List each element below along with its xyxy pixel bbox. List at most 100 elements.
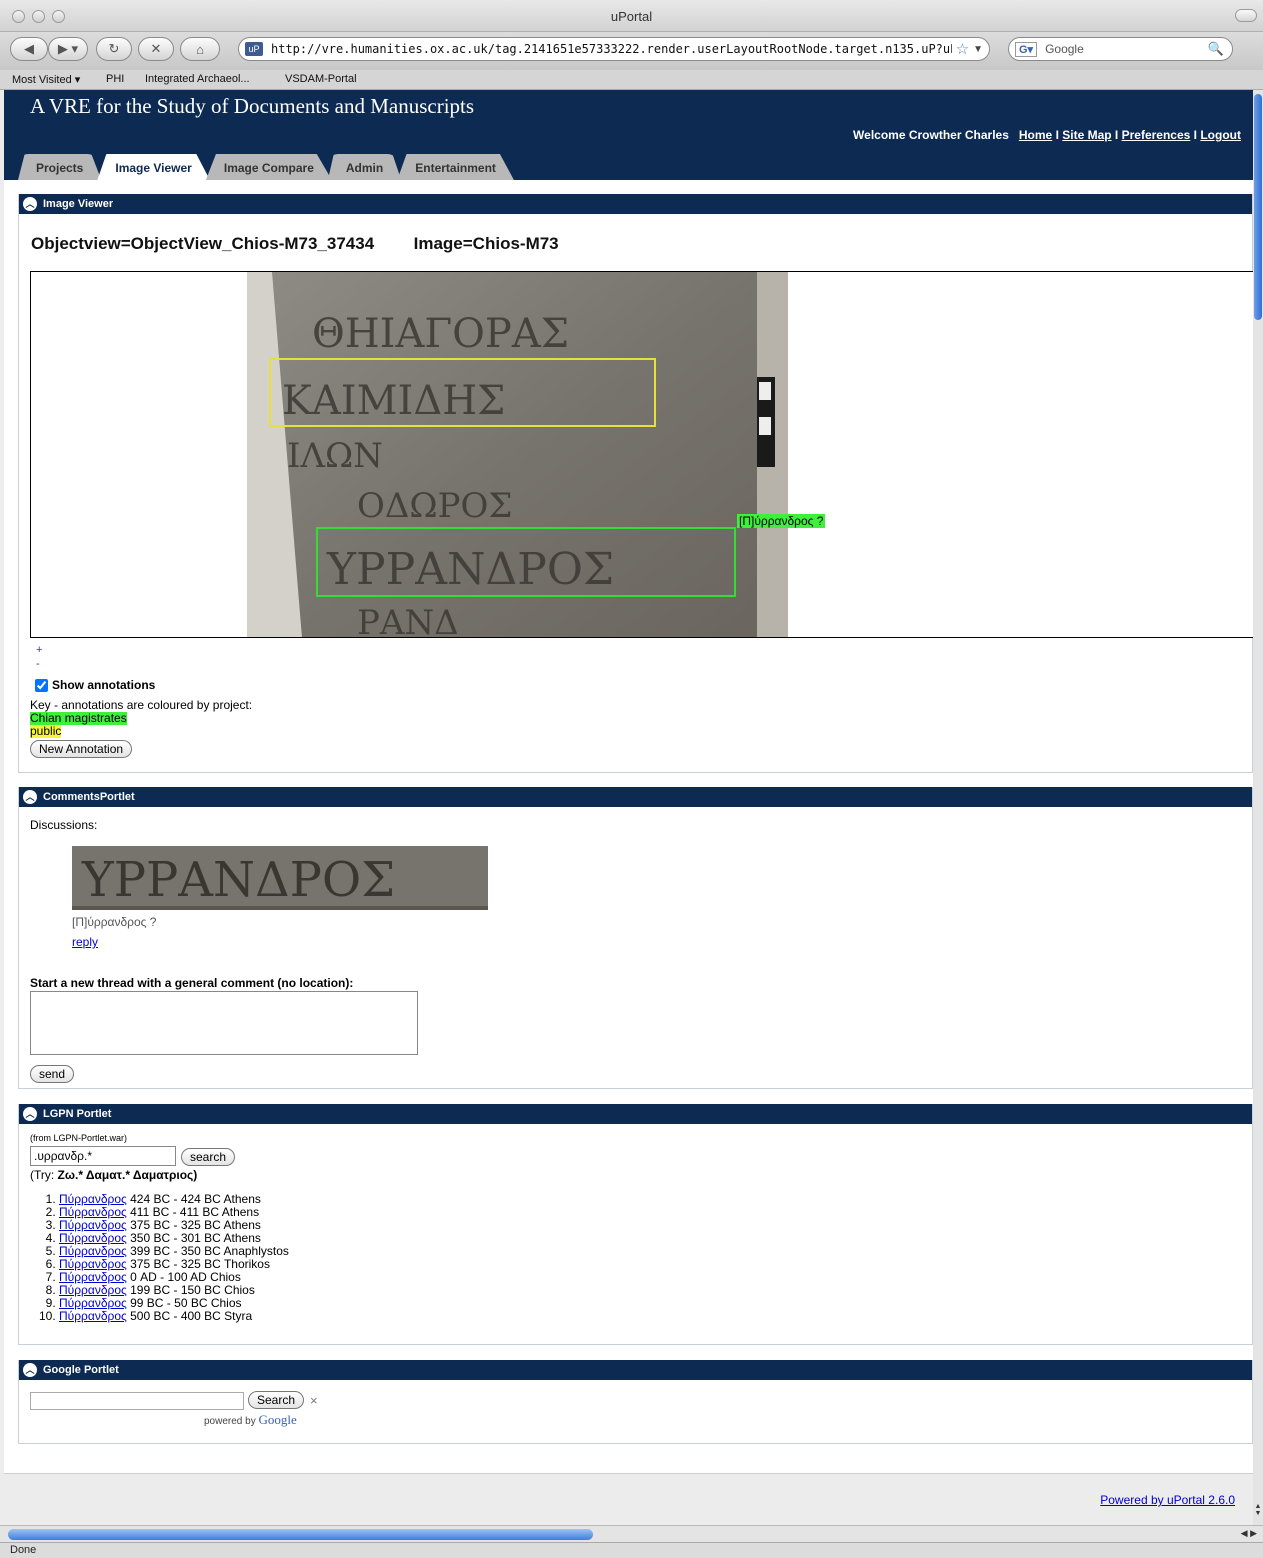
lgpn-result-info: 411 BC - 411 BC Athens	[130, 1205, 260, 1219]
url-bar[interactable]: uP http://vre.humanities.ox.ac.uk/tag.21…	[238, 37, 990, 61]
lgpn-result-info: 199 BC - 150 BC Chios	[130, 1283, 255, 1297]
new-annotation-button[interactable]: New Annotation	[30, 740, 133, 758]
site-map-link[interactable]: Site Map	[1062, 128, 1111, 142]
bookmark-most-visited[interactable]: Most Visited ▾	[12, 73, 80, 86]
url-dropdown-icon[interactable]: ▼	[973, 44, 983, 55]
vertical-scrollbar[interactable]: ▲ ▼	[1253, 90, 1263, 1525]
image-id: Image=Chios-M73	[413, 234, 559, 253]
thread-caption: [Π]ύρρανδρος ?	[72, 915, 157, 929]
svg-text:ΟΔΩΡΟΣ: ΟΔΩΡΟΣ	[357, 486, 512, 526]
show-annotations-label: Show annotations	[52, 678, 156, 692]
toolbar-toggle-button[interactable]	[1235, 9, 1257, 22]
portlet-title: CommentsPortlet	[43, 791, 135, 803]
tab-image-viewer[interactable]: Image Viewer	[97, 154, 210, 180]
portal-header: A VRE for the Study of Documents and Man…	[4, 90, 1253, 180]
bookmark-star-icon[interactable]: ☆	[956, 40, 969, 58]
horizontal-scroll-thumb[interactable]	[8, 1529, 593, 1540]
show-annotations-checkbox[interactable]	[35, 678, 48, 692]
comment-textarea[interactable]	[30, 991, 418, 1055]
lgpn-result-link[interactable]: Πύρρανδρος	[59, 1309, 127, 1323]
lgpn-result-info: 99 BC - 50 BC Chios	[130, 1296, 242, 1310]
collapse-icon[interactable]: ︿	[23, 790, 37, 804]
back-button[interactable]: ◀	[10, 37, 48, 61]
tab-image-compare[interactable]: Image Compare	[205, 154, 332, 180]
lgpn-source: (from LGPN-Portlet.war)	[30, 1133, 128, 1143]
url-text[interactable]: http://vre.humanities.ox.ac.uk/tag.21416…	[271, 42, 952, 56]
page-footer: Powered by uPortal 2.6.0	[4, 1473, 1253, 1525]
lgpn-result-item: Πύρρανδρος 500 BC - 400 BC Styra	[59, 1310, 289, 1323]
scroll-arrows-icon[interactable]: ▲ ▼	[1253, 1503, 1263, 1525]
collapse-icon[interactable]: ︿	[23, 197, 37, 211]
image-heading: Objectview=ObjectView_Chios-M73_37434 Im…	[31, 234, 559, 254]
lgpn-result-link[interactable]: Πύρρανδρος	[59, 1244, 127, 1258]
horizontal-scrollbar[interactable]: ◀ ▶	[0, 1525, 1263, 1542]
discussions-label: Discussions:	[30, 818, 98, 832]
home-button[interactable]: ⌂	[180, 37, 220, 61]
window-title: uPortal	[610, 9, 653, 24]
search-icon[interactable]: 🔍	[1208, 41, 1224, 57]
lgpn-result-info: 0 AD - 100 AD Chios	[130, 1270, 241, 1284]
collapse-icon[interactable]: ︿	[23, 1363, 37, 1377]
google-search-button[interactable]: Search	[248, 1391, 305, 1409]
powered-by-uportal-link[interactable]: Powered by uPortal 2.6.0	[1100, 1493, 1235, 1507]
logout-link[interactable]: Logout	[1200, 128, 1241, 142]
comments-portlet: ︿ CommentsPortlet Discussions: ΥΡΡΑΝΔΡΟΣ…	[18, 787, 1253, 1089]
annotation-key: Key - annotations are coloured by projec…	[30, 699, 252, 738]
search-engine-icon[interactable]: G▾	[1015, 41, 1038, 57]
lgpn-result-info: 350 BC - 301 BC Athens	[130, 1231, 261, 1245]
lgpn-result-info: 424 BC - 424 BC Athens	[130, 1192, 261, 1206]
lgpn-result-link[interactable]: Πύρρανδρος	[59, 1270, 127, 1284]
annotation-label[interactable]: [Π]ύρρανδρος ?	[737, 514, 826, 528]
preferences-link[interactable]: Preferences	[1122, 128, 1191, 142]
zoom-in-button[interactable]: +	[36, 644, 42, 656]
stop-button[interactable]: ✕	[138, 37, 174, 61]
lgpn-result-link[interactable]: Πύρρανδρος	[59, 1205, 127, 1219]
google-search-input[interactable]	[30, 1392, 244, 1410]
lgpn-result-link[interactable]: Πύρρανδρος	[59, 1218, 127, 1232]
bookmark-integrated-archaeol[interactable]: Integrated Archaeol...	[145, 73, 250, 85]
search-placeholder[interactable]: Google	[1045, 42, 1208, 56]
powered-by-google: powered by Google	[204, 1412, 297, 1428]
lgpn-result-link[interactable]: Πύρρανδρος	[59, 1192, 127, 1206]
image-viewer-portlet: ︿ Image Viewer Objectview=ObjectView_Chi…	[18, 194, 1253, 773]
send-button[interactable]: send	[30, 1065, 75, 1083]
lgpn-result-link[interactable]: Πύρρανδρος	[59, 1296, 127, 1310]
lgpn-result-link[interactable]: Πύρρανδρος	[59, 1231, 127, 1245]
browser-search-bar[interactable]: G▾ Google 🔍	[1008, 37, 1233, 61]
svg-text:ΘΗΙΑΓΟΡΑΣ: ΘΗΙΑΓΟΡΑΣ	[312, 311, 569, 357]
thread-thumbnail-image[interactable]: ΥΡΡΑΝΔΡΟΣ	[72, 846, 488, 910]
clear-search-icon[interactable]: ×	[310, 1393, 318, 1408]
zoom-out-button[interactable]: -	[36, 658, 40, 670]
bookmarks-bar: Most Visited ▾ PHI Integrated Archaeol..…	[0, 70, 1263, 90]
portlet-titlebar: ︿ LGPN Portlet	[19, 1104, 1252, 1124]
page-viewport: A VRE for the Study of Documents and Man…	[4, 90, 1253, 1525]
collapse-icon[interactable]: ︿	[23, 1107, 37, 1121]
google-logo: Google	[258, 1412, 297, 1427]
forward-button[interactable]: ▶ ▾	[48, 37, 88, 61]
lgpn-search-button[interactable]: search	[181, 1148, 236, 1166]
lgpn-result-link[interactable]: Πύρρανδρος	[59, 1257, 127, 1271]
lgpn-result-link[interactable]: Πύρρανδρος	[59, 1283, 127, 1297]
bookmark-phi[interactable]: PHI	[106, 73, 124, 85]
tab-projects[interactable]: Projects	[18, 154, 102, 180]
image-viewer-canvas[interactable]: ΘΗΙΑΓΟΡΑΣ ΚΑΙΜΙΔΗΣ ΙΛΩΝ ΟΔΩΡΟΣ ΥΡΡΑΝΔΡΟΣ…	[30, 271, 1253, 638]
tab-admin[interactable]: Admin	[327, 154, 402, 180]
vertical-scroll-thumb[interactable]	[1254, 94, 1262, 320]
portlet-titlebar: ︿ Google Portlet	[19, 1360, 1252, 1380]
new-thread-label: Start a new thread with a general commen…	[30, 976, 354, 990]
portal-tabs: Projects Image Viewer Image Compare Admi…	[18, 154, 514, 180]
lgpn-search-input[interactable]	[30, 1146, 176, 1166]
reply-link[interactable]: reply	[72, 935, 98, 949]
reload-icon: ↻	[108, 41, 120, 56]
reload-button[interactable]: ↻	[96, 37, 132, 61]
show-annotations-row: Show annotations	[35, 678, 155, 692]
objectview-id: Objectview=ObjectView_Chios-M73_37434	[31, 234, 375, 253]
home-icon: ⌂	[196, 41, 204, 57]
home-link[interactable]: Home	[1019, 128, 1052, 142]
svg-text:ΙΛΩΝ: ΙΛΩΝ	[287, 436, 383, 476]
horizontal-scroll-arrows-icon[interactable]: ◀ ▶	[1241, 1528, 1257, 1539]
tab-entertainment[interactable]: Entertainment	[397, 154, 514, 180]
inscription-image[interactable]: ΘΗΙΑΓΟΡΑΣ ΚΑΙΜΙΔΗΣ ΙΛΩΝ ΟΔΩΡΟΣ ΥΡΡΑΝΔΡΟΣ…	[247, 272, 788, 638]
lgpn-results-list: Πύρρανδρος 424 BC - 424 BC AthensΠύρρανδ…	[19, 1193, 289, 1323]
bookmark-vsdam-portal[interactable]: VSDAM-Portal	[285, 73, 357, 85]
